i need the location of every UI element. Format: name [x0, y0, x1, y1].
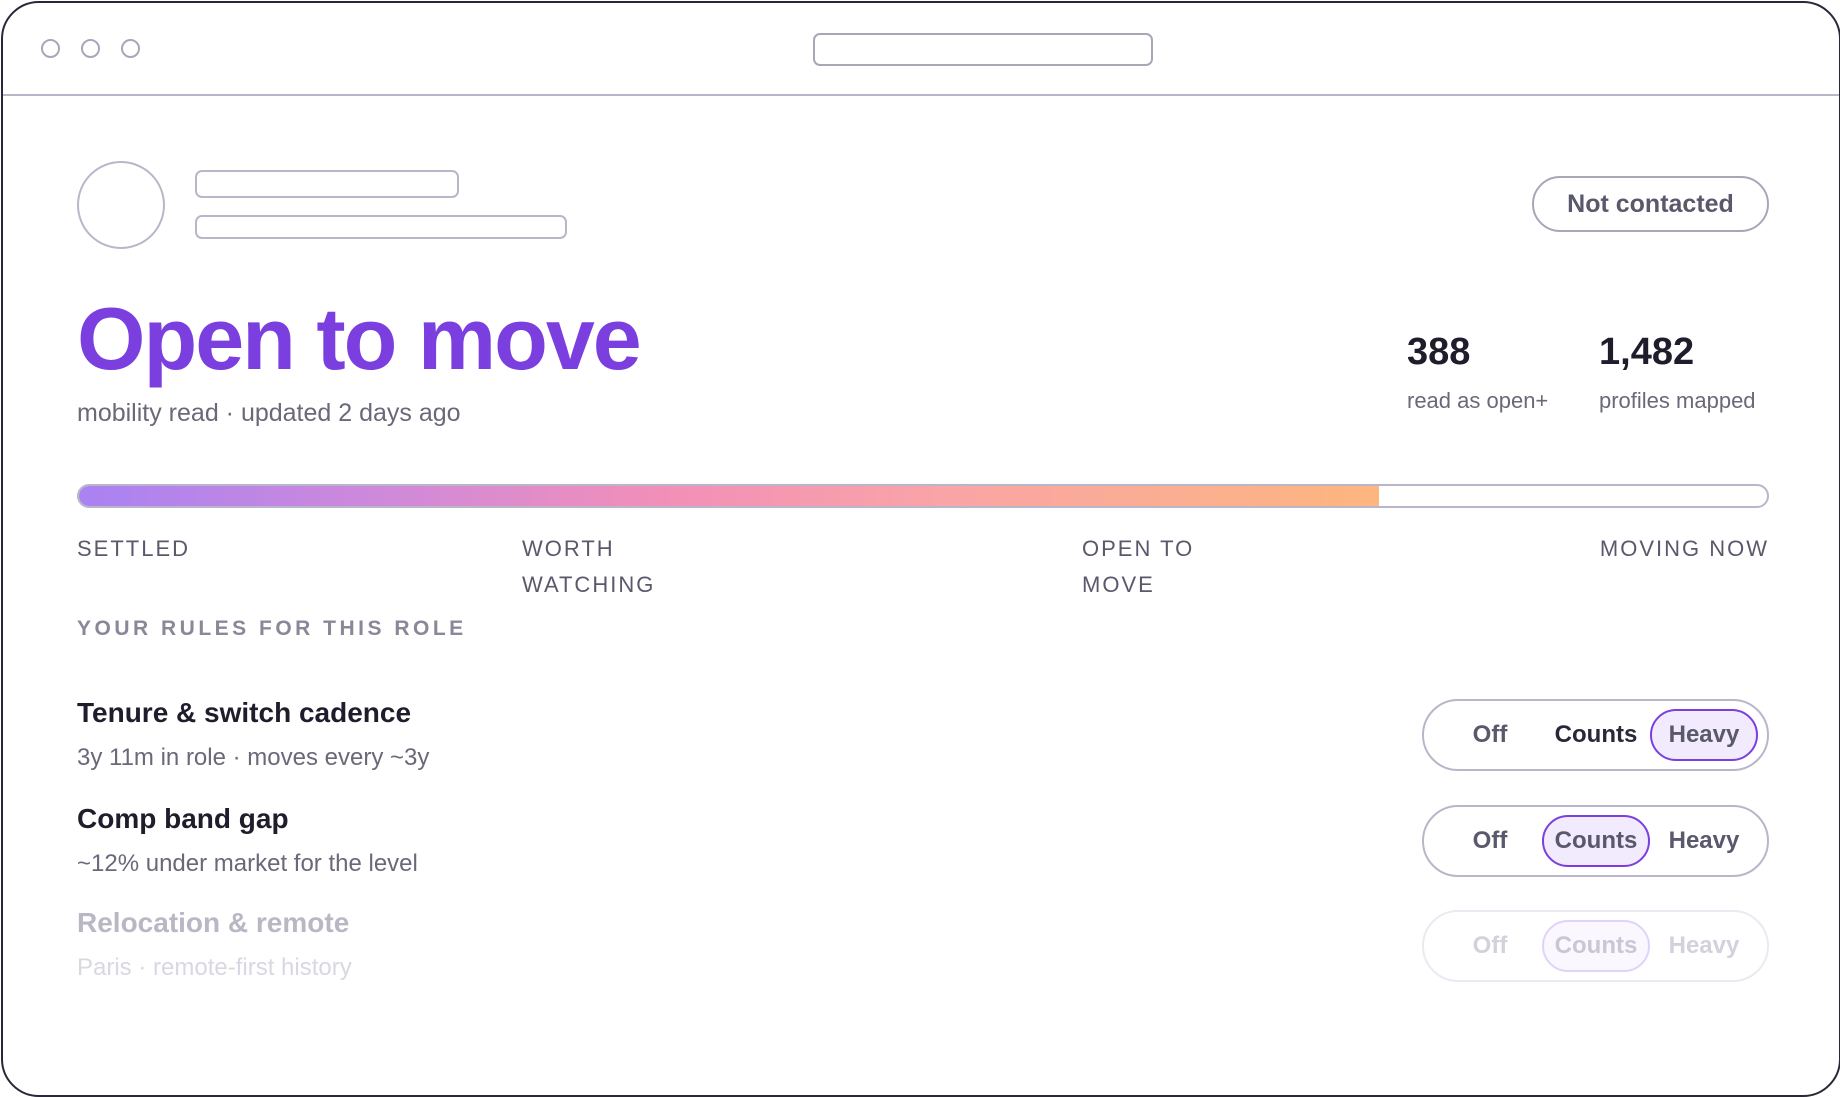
- mobility-subline: mobility read · updated 2 days ago: [77, 399, 461, 427]
- scale-label-worth-watching: WORTH WATCHING: [522, 536, 656, 597]
- title-bar: [3, 3, 1839, 96]
- rules-heading: YOUR RULES FOR THIS ROLE: [77, 617, 467, 640]
- title-placeholder: [195, 215, 567, 239]
- rule-relocation-weight-toggle: Off Counts Heavy: [1422, 910, 1769, 982]
- scale-label-open-to-move: OPEN TO MOVE: [1082, 536, 1195, 597]
- stat-value: 1,482: [1599, 331, 1695, 373]
- option-counts[interactable]: Counts: [1542, 815, 1650, 867]
- rule-tenure-weight-toggle: Off Counts Heavy: [1422, 699, 1769, 771]
- mobility-headline: Open to move: [77, 289, 642, 388]
- address-bar[interactable]: [813, 33, 1153, 66]
- option-off[interactable]: Off: [1436, 920, 1544, 972]
- rule-name: Tenure & switch cadence: [77, 697, 412, 728]
- scale-label-moving-now: MOVING NOW: [1599, 536, 1769, 561]
- rule-name: Comp band gap: [77, 803, 289, 834]
- rule-detail: ~12% under market for the level: [77, 850, 418, 877]
- stat-open: 388 read as open+: [1407, 330, 1548, 414]
- stat-value: 388: [1407, 331, 1471, 373]
- mobility-meter-fill: [79, 486, 1379, 506]
- option-off[interactable]: Off: [1436, 709, 1544, 761]
- rule-relocation: Relocation & remote Paris · remote-first…: [77, 906, 352, 982]
- mobility-meter: [77, 484, 1769, 508]
- maximize-window-button[interactable]: [121, 39, 140, 58]
- option-heavy[interactable]: Heavy: [1650, 815, 1758, 867]
- option-heavy[interactable]: Heavy: [1650, 709, 1758, 761]
- minimize-window-button[interactable]: [81, 39, 100, 58]
- rule-comp-band: Comp band gap ~12% under market for the …: [77, 802, 418, 878]
- status-badge[interactable]: Not contacted: [1532, 176, 1769, 232]
- rule-comp-band-weight-toggle: Off Counts Heavy: [1422, 805, 1769, 877]
- stat-label: profiles mapped: [1599, 388, 1756, 413]
- option-counts[interactable]: Counts: [1542, 709, 1650, 761]
- avatar: [77, 161, 165, 249]
- name-placeholder: [195, 170, 459, 198]
- option-heavy[interactable]: Heavy: [1650, 920, 1758, 972]
- option-off[interactable]: Off: [1436, 815, 1544, 867]
- app-window: Not contacted Open to move mobility read…: [1, 1, 1840, 1097]
- rule-detail: Paris · remote-first history: [77, 954, 352, 981]
- rule-detail: 3y 11m in role · moves every ~3y: [77, 744, 430, 771]
- stat-label: read as open+: [1407, 388, 1549, 413]
- rule-name: Relocation & remote: [77, 907, 350, 938]
- close-window-button[interactable]: [41, 39, 60, 58]
- option-counts[interactable]: Counts: [1542, 920, 1650, 972]
- stat-mapped: 1,482 profiles mapped: [1599, 330, 1756, 414]
- scale-label-settled: SETTLED: [77, 536, 191, 561]
- rule-tenure: Tenure & switch cadence 3y 11m in role ·…: [77, 696, 429, 772]
